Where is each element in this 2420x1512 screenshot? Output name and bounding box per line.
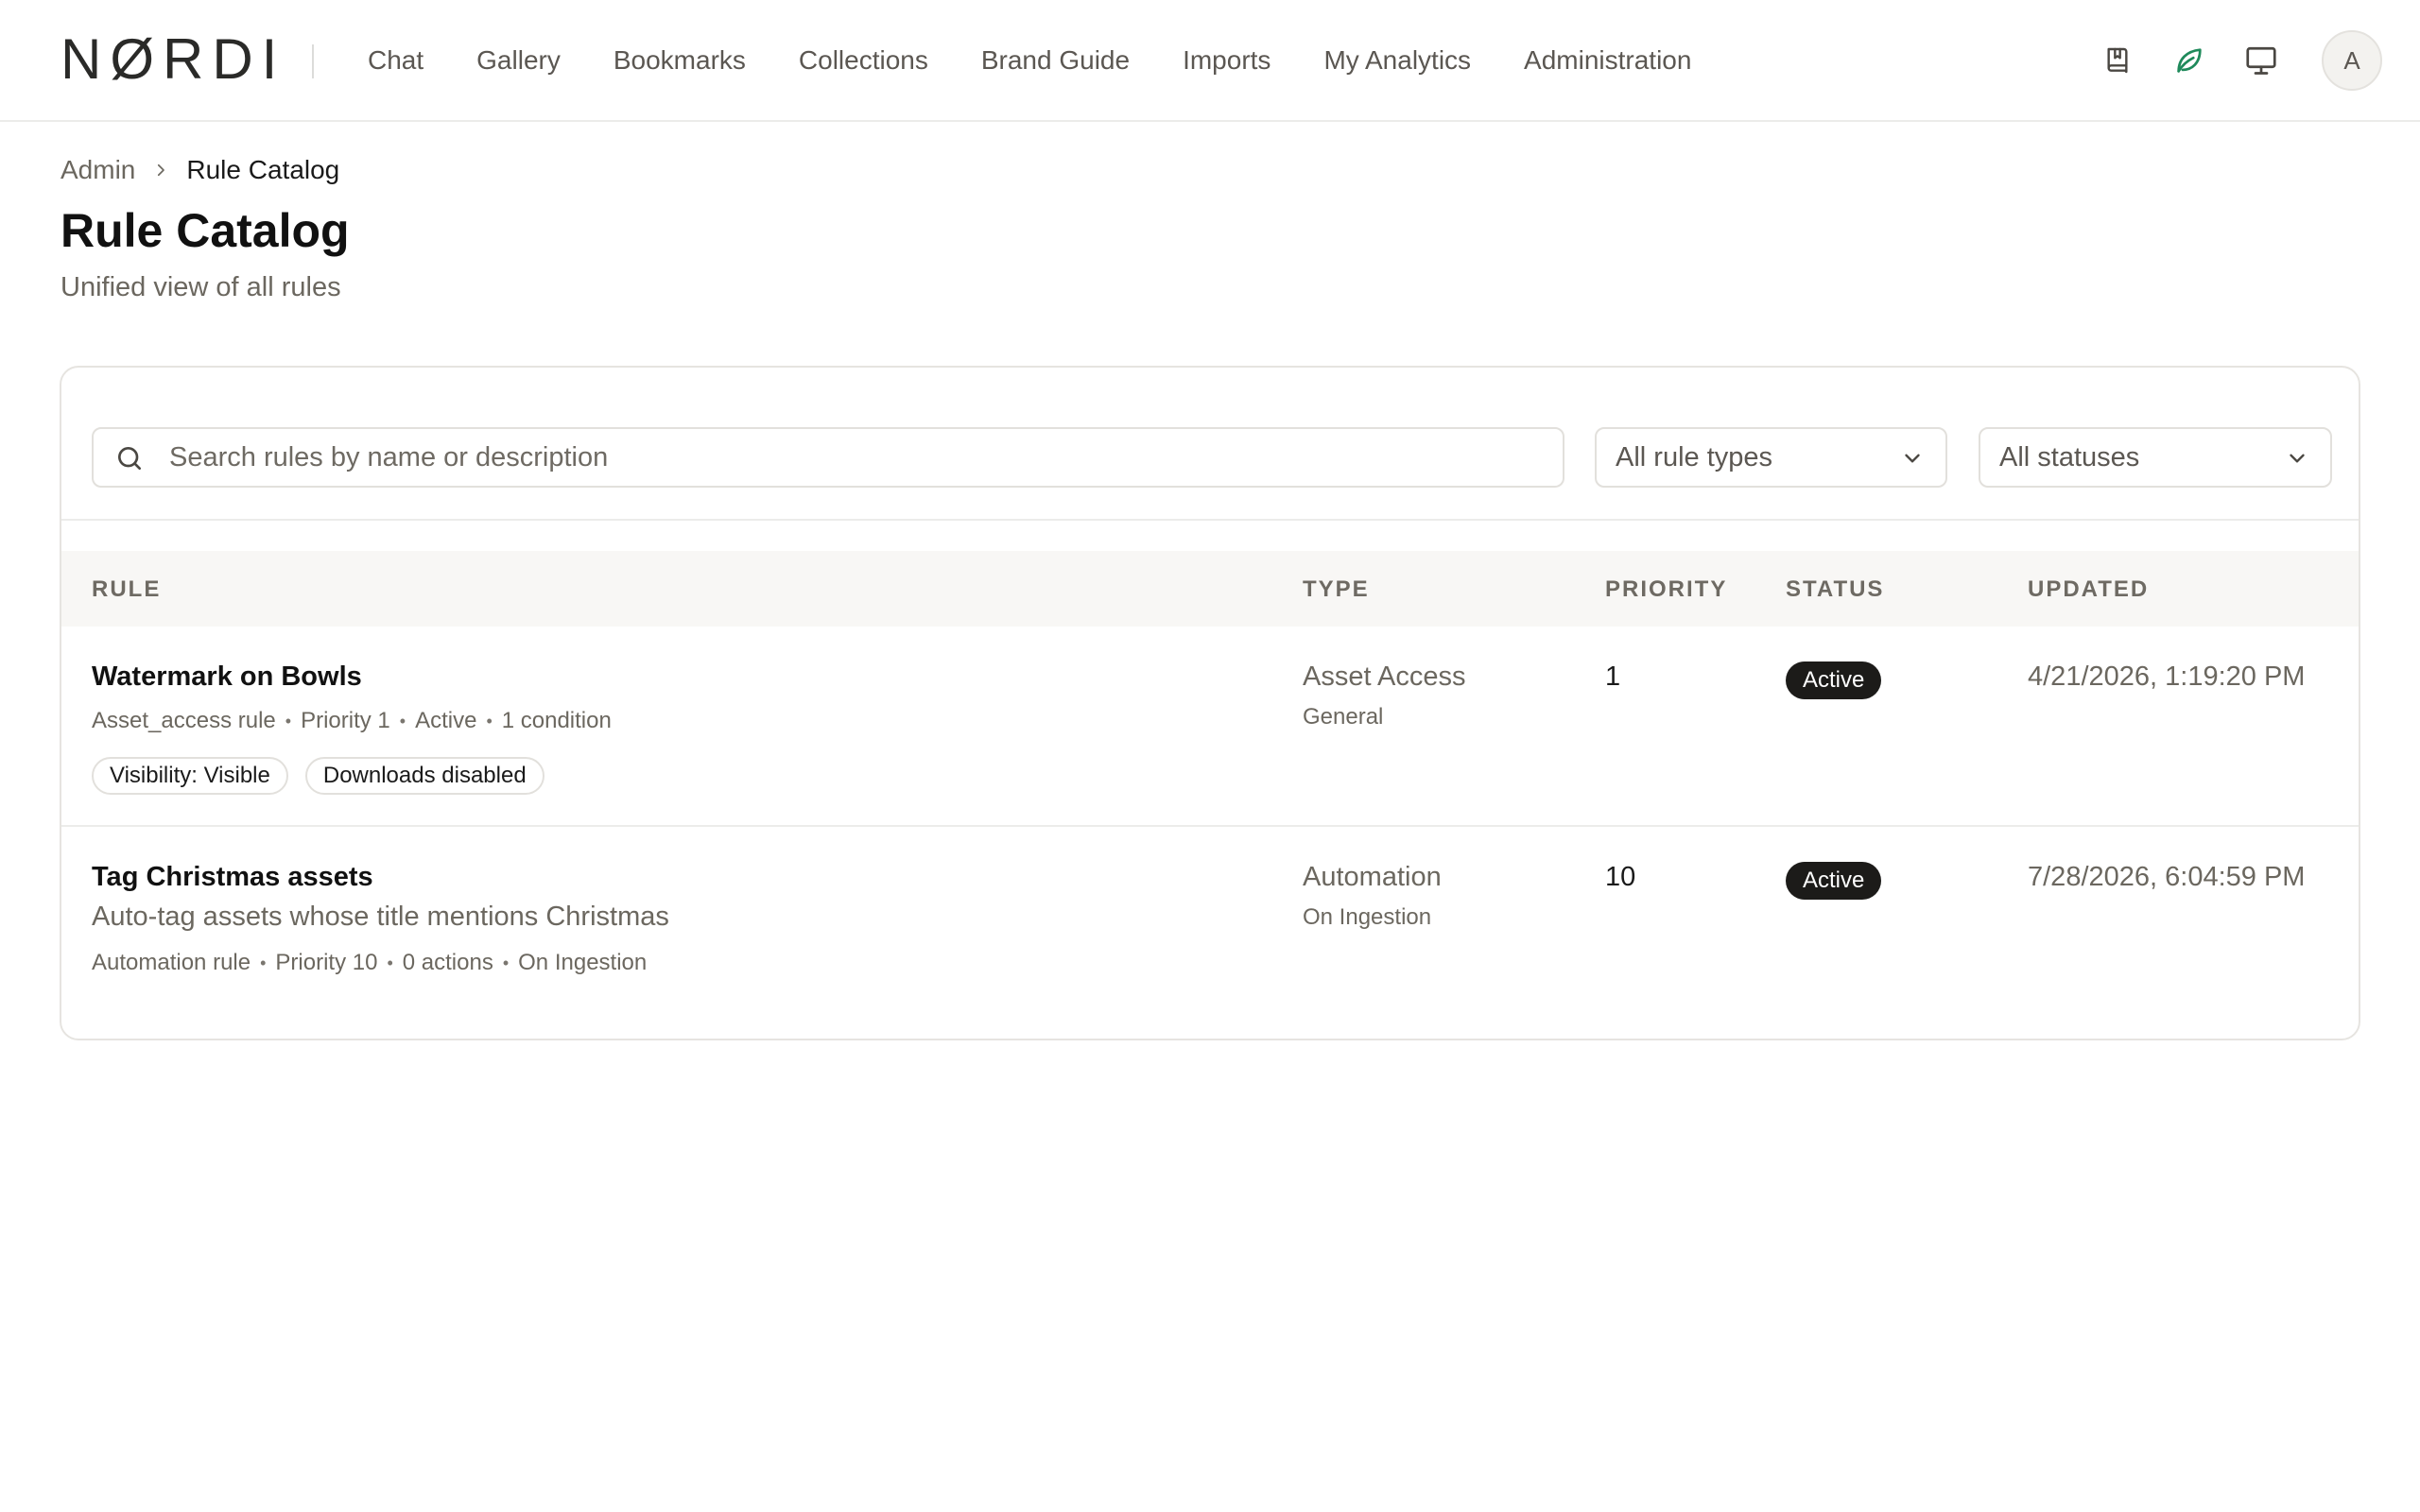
rule-meta-conditions: 1 condition xyxy=(501,708,612,733)
rule-meta-actions: 0 actions xyxy=(402,950,493,975)
column-header-type[interactable]: TYPE xyxy=(1303,576,1370,604)
rule-chips: Visibility: Visible Downloads disabled xyxy=(92,757,562,795)
nav-item-imports[interactable]: Imports xyxy=(1183,42,1270,79)
chip-visibility: Visibility: Visible xyxy=(92,757,288,795)
dot-separator: • xyxy=(260,954,267,972)
rule-subtype: General xyxy=(1303,704,1384,730)
dot-separator: • xyxy=(387,954,393,972)
main-nav: Chat Gallery Bookmarks Collections Brand… xyxy=(368,42,1744,79)
rule-meta-priority: Priority 10 xyxy=(275,950,378,975)
leaf-icon[interactable] xyxy=(2163,34,2216,87)
nav-item-bookmarks[interactable]: Bookmarks xyxy=(614,42,746,79)
rule-priority: 1 xyxy=(1605,662,1621,692)
top-navigation-bar: NØRDI Chat Gallery Bookmarks Collections… xyxy=(0,0,2420,122)
chevron-down-icon xyxy=(1900,446,1925,471)
search-box[interactable] xyxy=(92,427,1564,488)
search-icon xyxy=(114,443,145,473)
nav-item-my-analytics[interactable]: My Analytics xyxy=(1323,42,1471,79)
page-title: Rule Catalog xyxy=(60,204,350,257)
bookmark-book-icon[interactable] xyxy=(2091,34,2144,87)
rule-updated: 4/21/2026, 1:19:20 PM xyxy=(2028,662,2306,692)
rule-meta-status: Active xyxy=(415,708,477,733)
rule-type-select[interactable]: All rule types xyxy=(1595,427,1947,488)
page-subtitle: Unified view of all rules xyxy=(60,272,341,302)
nav-item-gallery[interactable]: Gallery xyxy=(476,42,561,79)
nav-item-collections[interactable]: Collections xyxy=(799,42,928,79)
user-avatar[interactable]: A xyxy=(2322,30,2382,91)
breadcrumb-admin-link[interactable]: Admin xyxy=(60,155,135,185)
filters-bar: All rule types All statuses xyxy=(61,368,2359,521)
dot-separator: • xyxy=(502,954,510,972)
search-input[interactable] xyxy=(169,438,1530,476)
rule-type-select-value: All rule types xyxy=(1616,441,1773,472)
column-header-priority[interactable]: PRIORITY xyxy=(1605,576,1727,604)
rule-meta-kind: Automation rule xyxy=(92,950,251,975)
table-header: RULE TYPE PRIORITY STATUS UPDATED xyxy=(61,551,2359,627)
chip-downloads: Downloads disabled xyxy=(304,757,544,795)
logo-divider xyxy=(312,44,314,78)
rule-meta: Asset_access rule • Priority 1 • Active • 1… xyxy=(92,706,612,736)
chevron-right-icon xyxy=(152,162,169,179)
status-badge: Active xyxy=(1786,862,1882,900)
rule-meta-kind: Asset_access rule xyxy=(92,708,276,733)
header-actions: A xyxy=(2072,30,2382,91)
status-badge: Active xyxy=(1786,662,1882,699)
column-header-updated[interactable]: UPDATED xyxy=(2028,576,2149,604)
logo-text: NØRDI xyxy=(60,27,286,91)
dot-separator: • xyxy=(285,712,292,730)
chevron-down-icon xyxy=(2285,446,2309,471)
rule-name[interactable]: Watermark on Bowls xyxy=(92,659,362,695)
rule-description: Auto-tag assets whose title mentions Chr… xyxy=(92,902,669,932)
rule-name[interactable]: Tag Christmas assets xyxy=(92,859,373,895)
status-select-value: All statuses xyxy=(1999,441,2140,472)
nav-item-chat[interactable]: Chat xyxy=(368,42,424,79)
monitor-icon[interactable] xyxy=(2235,34,2288,87)
rule-catalog-card: All rule types All statuses RULE TYPE PR… xyxy=(60,366,2360,1040)
breadcrumb: Admin Rule Catalog xyxy=(60,153,339,187)
column-header-status[interactable]: STATUS xyxy=(1786,576,1884,604)
dot-separator: • xyxy=(399,712,406,730)
table-row[interactable]: Watermark on Bowls Asset_access rule • Pr… xyxy=(61,627,2359,827)
rule-updated: 7/28/2026, 6:04:59 PM xyxy=(2028,862,2306,892)
dot-separator: • xyxy=(486,712,493,730)
rule-meta: Automation rule • Priority 10 • 0 actions •… xyxy=(92,948,647,978)
nav-item-brand-guide[interactable]: Brand Guide xyxy=(981,42,1130,79)
table-row[interactable]: Tag Christmas assets Auto-tag assets who… xyxy=(61,827,2359,1039)
breadcrumb-current: Rule Catalog xyxy=(186,155,340,184)
rule-priority: 10 xyxy=(1605,862,1636,892)
rule-meta-priority: Priority 1 xyxy=(301,708,390,733)
rule-type: Automation xyxy=(1303,862,1442,892)
nordi-logo[interactable]: NØRDI xyxy=(60,27,286,91)
rule-meta-trigger: On Ingestion xyxy=(518,950,648,975)
rule-type: Asset Access xyxy=(1303,662,1466,692)
nav-item-administration[interactable]: Administration xyxy=(1524,42,1691,79)
status-select[interactable]: All statuses xyxy=(1979,427,2332,488)
column-header-rule[interactable]: RULE xyxy=(92,576,161,604)
rule-subtype: On Ingestion xyxy=(1303,904,1432,930)
